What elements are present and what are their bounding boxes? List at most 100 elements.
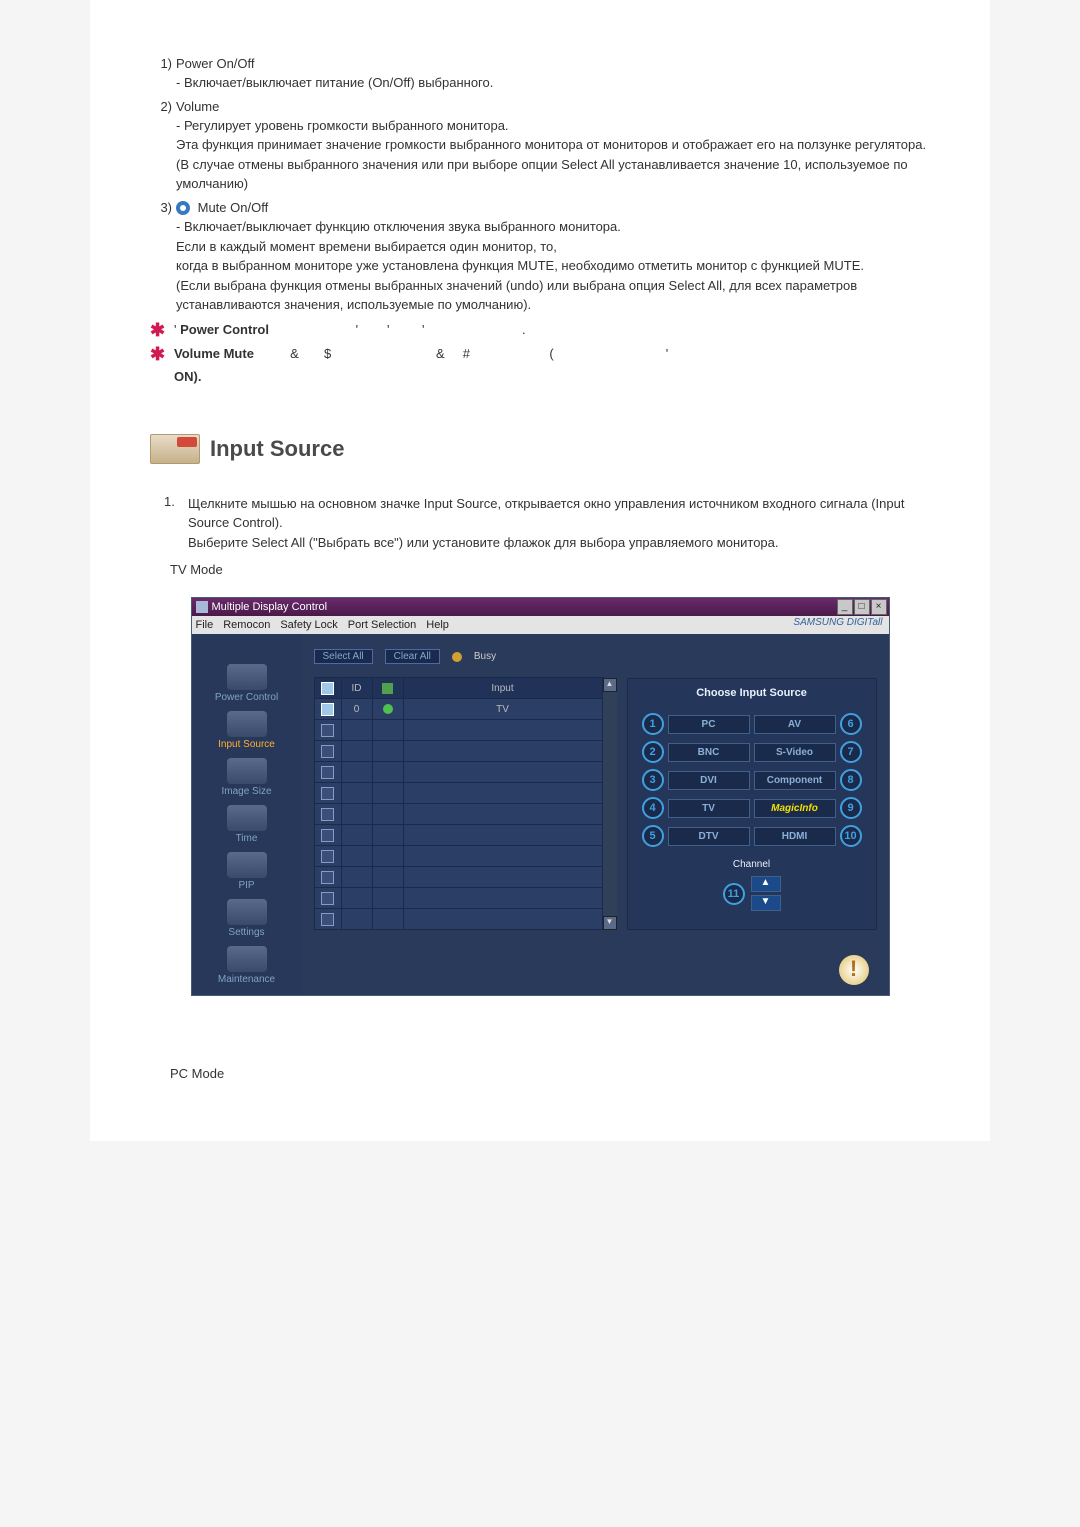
power-icon: [227, 664, 267, 690]
pc-mode-label: PC Mode: [170, 1066, 930, 1081]
menu-port-selection[interactable]: Port Selection: [348, 619, 416, 631]
instr-1-line2: Выберите Select All ("Выбрать все") или …: [188, 533, 930, 553]
maximize-button[interactable]: □: [854, 599, 870, 615]
sidebar-label-settings: Settings: [228, 927, 264, 938]
menu-file[interactable]: File: [196, 619, 214, 631]
badge-4: 4: [642, 797, 664, 819]
note-2-on: ON).: [174, 369, 930, 384]
source-dtv-button[interactable]: DTV: [668, 827, 750, 846]
badge-1: 1: [642, 713, 664, 735]
grid-row-0[interactable]: 0 TV: [314, 698, 604, 720]
row-checkbox[interactable]: [321, 892, 334, 905]
maintenance-icon: [227, 946, 267, 972]
item-2-line1: - Регулирует уровень громкости выбранног…: [176, 116, 930, 136]
app-window: Multiple Display Control _ □ × File Remo…: [191, 597, 890, 996]
tv-mode-label: TV Mode: [170, 562, 930, 577]
source-bnc-button[interactable]: BNC: [668, 743, 750, 762]
channel-down-button[interactable]: ▼: [751, 895, 781, 911]
clear-all-button[interactable]: Clear All: [385, 649, 440, 664]
scroll-track[interactable]: [603, 692, 617, 916]
section-icon: [150, 434, 200, 464]
row-checkbox[interactable]: [321, 871, 334, 884]
scroll-up-button[interactable]: ▲: [603, 678, 617, 692]
sidebar-item-pip[interactable]: PIP: [192, 852, 302, 891]
choose-input-source-panel: Choose Input Source 1 PC AV 6 2 BNC S-Vi…: [627, 678, 877, 930]
source-component-button[interactable]: Component: [754, 771, 836, 790]
item-2-line2: Эта функция принимает значение громкости…: [176, 135, 930, 155]
item-2-number: 2): [150, 99, 172, 114]
settings-icon: [227, 899, 267, 925]
sidebar-item-image-size[interactable]: Image Size: [192, 758, 302, 797]
badge-3: 3: [642, 769, 664, 791]
sidebar-item-input-source[interactable]: Input Source: [192, 711, 302, 750]
sidebar-label-image: Image Size: [221, 786, 271, 797]
row-checkbox[interactable]: [321, 808, 334, 821]
sidebar-label-power: Power Control: [215, 692, 278, 703]
menu-help[interactable]: Help: [426, 619, 449, 631]
grid-row-empty[interactable]: [314, 782, 604, 804]
sidebar-item-time[interactable]: Time: [192, 805, 302, 844]
source-dvi-button[interactable]: DVI: [668, 771, 750, 790]
badge-9: 9: [840, 797, 862, 819]
row-checkbox[interactable]: [321, 787, 334, 800]
select-all-button[interactable]: Select All: [314, 649, 373, 664]
panel-title: Choose Input Source: [636, 687, 868, 699]
grid-row-empty[interactable]: [314, 824, 604, 846]
row-checkbox[interactable]: [321, 829, 334, 842]
row-checkbox[interactable]: [321, 766, 334, 779]
row-checkbox[interactable]: [321, 913, 334, 926]
grid-row-empty[interactable]: [314, 740, 604, 762]
source-tv-button[interactable]: TV: [668, 799, 750, 818]
sidebar: Power Control Input Source Image Size Ti…: [192, 634, 302, 995]
sidebar-label-input: Input Source: [218, 739, 275, 750]
warning-icon: !: [839, 955, 869, 985]
source-magicinfo-button[interactable]: MagicInfo: [754, 799, 836, 818]
item-3-line1: - Включает/выключает функцию отключения …: [176, 217, 930, 237]
grid-row-empty[interactable]: [314, 719, 604, 741]
row-checkbox[interactable]: [321, 724, 334, 737]
grid-row-empty[interactable]: [314, 845, 604, 867]
grid-row-empty[interactable]: [314, 803, 604, 825]
source-hdmi-button[interactable]: HDMI: [754, 827, 836, 846]
item-1-desc: - Включает/выключает питание (On/Off) вы…: [176, 73, 930, 93]
channel-up-button[interactable]: ▲: [751, 876, 781, 892]
grid-row-empty[interactable]: [314, 887, 604, 909]
source-svideo-button[interactable]: S-Video: [754, 743, 836, 762]
header-id: ID: [342, 678, 373, 698]
row-checkbox[interactable]: [321, 703, 334, 716]
scroll-down-button[interactable]: ▼: [603, 916, 617, 930]
menu-safety-lock[interactable]: Safety Lock: [280, 619, 337, 631]
sidebar-label-maint: Maintenance: [218, 974, 275, 985]
header-checkbox-col[interactable]: [315, 678, 342, 698]
window-title: Multiple Display Control: [212, 601, 328, 613]
row-checkbox[interactable]: [321, 745, 334, 758]
checkbox-icon: [321, 682, 334, 695]
source-av-button[interactable]: AV: [754, 715, 836, 734]
grid-scrollbar[interactable]: ▲ ▼: [603, 678, 617, 930]
badge-6: 6: [840, 713, 862, 735]
instr-1-body: Щелкните мышью на основном значке Input …: [188, 494, 930, 553]
note-2-rest: & $ & # ( ': [258, 346, 669, 361]
sidebar-item-power-control[interactable]: Power Control: [192, 664, 302, 703]
app-icon: [196, 601, 208, 613]
pip-icon: [227, 852, 267, 878]
close-button[interactable]: ×: [871, 599, 887, 615]
busy-label: Busy: [474, 651, 496, 662]
monitor-grid: ID Input 0 TV: [314, 678, 604, 930]
badge-7: 7: [840, 741, 862, 763]
sidebar-item-settings[interactable]: Settings: [192, 899, 302, 938]
item-3-title-text: Mute On/Off: [198, 200, 269, 215]
grid-row-empty[interactable]: [314, 761, 604, 783]
sidebar-item-maintenance[interactable]: Maintenance: [192, 946, 302, 985]
sidebar-label-time: Time: [236, 833, 258, 844]
note-1-bold: Power Control: [180, 322, 269, 337]
mute-icon: [176, 201, 190, 215]
menu-remocon[interactable]: Remocon: [223, 619, 270, 631]
row-checkbox[interactable]: [321, 850, 334, 863]
grid-row-empty[interactable]: [314, 866, 604, 888]
source-pc-button[interactable]: PC: [668, 715, 750, 734]
grid-row-empty[interactable]: [314, 908, 604, 930]
note-star-icon: ✱: [150, 321, 174, 339]
input-source-icon: [227, 711, 267, 737]
minimize-button[interactable]: _: [837, 599, 853, 615]
